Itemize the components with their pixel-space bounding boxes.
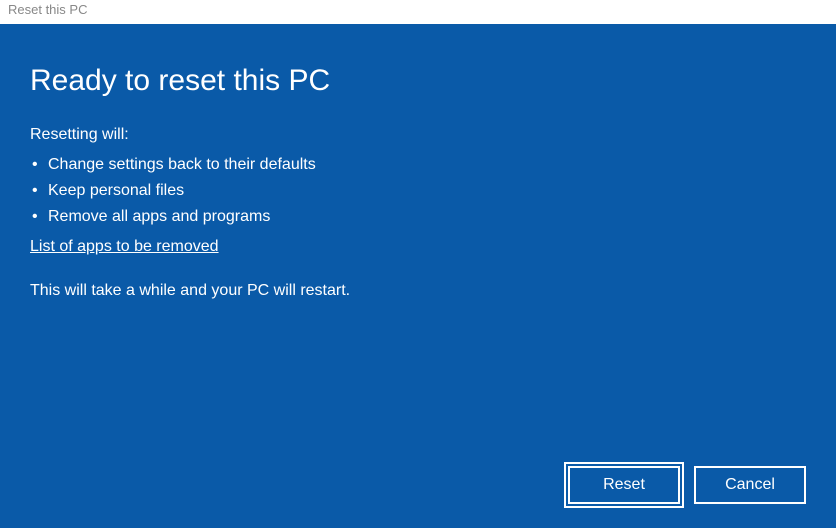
window-title: Reset this PC bbox=[0, 0, 836, 24]
page-heading: Ready to reset this PC bbox=[30, 64, 806, 98]
cancel-button[interactable]: Cancel bbox=[694, 466, 806, 504]
list-item: Change settings back to their defaults bbox=[30, 152, 806, 178]
reset-pc-panel: Ready to reset this PC Resetting will: C… bbox=[0, 24, 836, 528]
reset-button[interactable]: Reset bbox=[568, 466, 680, 504]
reset-actions-list: Change settings back to their defaults K… bbox=[30, 152, 806, 230]
list-item: Keep personal files bbox=[30, 178, 806, 204]
button-row: Reset Cancel bbox=[568, 466, 806, 504]
resetting-will-label: Resetting will: bbox=[30, 126, 806, 144]
restart-note: This will take a while and your PC will … bbox=[30, 282, 806, 300]
list-item: Remove all apps and programs bbox=[30, 204, 806, 230]
list-of-apps-link[interactable]: List of apps to be removed bbox=[30, 238, 806, 256]
